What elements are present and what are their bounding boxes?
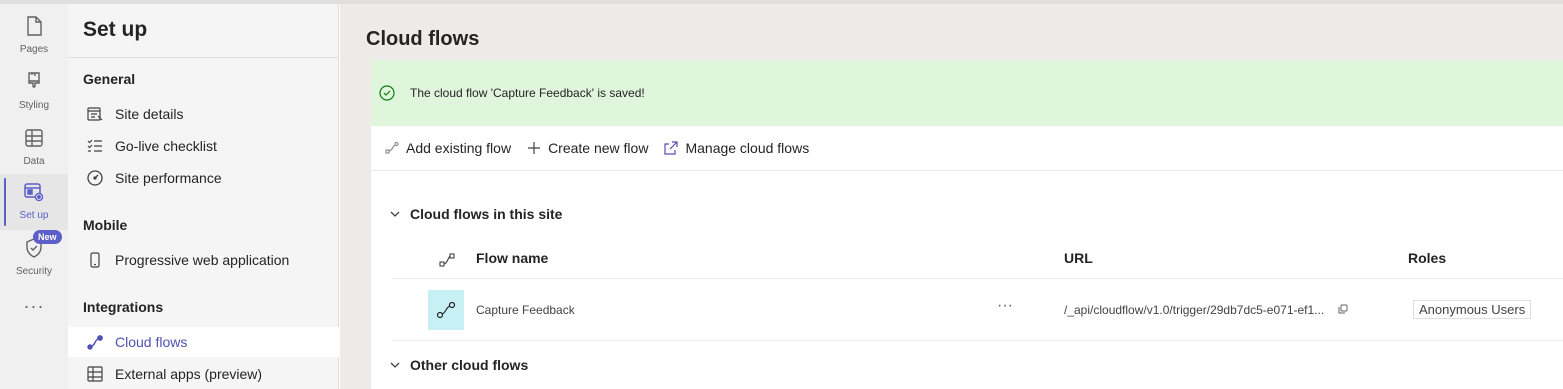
grid-icon — [86, 365, 104, 383]
section-mobile: Mobile — [83, 217, 128, 233]
nav-label: External apps (preview) — [115, 366, 263, 382]
manage-label: Manage cloud flows — [685, 140, 810, 156]
rail-label-security: Security — [15, 266, 53, 277]
rail-item-pages[interactable]: Pages — [0, 8, 68, 64]
rail-label-styling: Styling — [18, 100, 49, 111]
group-label: Cloud flows in this site — [410, 206, 563, 222]
nav-label: Progressive web application — [115, 252, 290, 268]
gauge-icon — [86, 169, 104, 187]
checklist-icon — [86, 137, 104, 155]
check-circle-icon — [379, 85, 395, 101]
flow-url: /_api/cloudflow/v1.0/trigger/29db7dc5-e0… — [1064, 303, 1325, 317]
rail-item-setup[interactable]: Set up — [0, 174, 68, 230]
flow-icon — [86, 333, 104, 351]
more-icon[interactable]: ··· — [0, 296, 68, 317]
nav-site-performance[interactable]: Site performance — [68, 163, 339, 193]
table-row[interactable]: Capture Feedback ··· /_api/cloudflow/v1.… — [392, 279, 1563, 341]
paintbrush-icon — [28, 72, 40, 88]
main-area: Cloud flows The cloud flow 'Capture Feed… — [340, 4, 1563, 389]
left-rail: Pages Styling Data Set up Security New ·… — [0, 4, 68, 389]
nav-label: Site performance — [115, 170, 222, 186]
rail-item-security[interactable]: Security New — [0, 230, 68, 286]
active-indicator — [4, 178, 6, 226]
nav-label: Cloud flows — [115, 334, 188, 350]
flow-column-icon — [439, 253, 455, 267]
nav-external-apps[interactable]: External apps (preview) — [68, 359, 339, 389]
flow-link-icon — [385, 141, 399, 154]
phone-icon — [86, 251, 104, 269]
nav-site-details[interactable]: Site details — [68, 99, 339, 129]
setup-icon — [24, 183, 44, 202]
flow-icon — [436, 301, 456, 319]
nav-progressive-web-app[interactable]: Progressive web application — [68, 245, 339, 275]
new-badge: New — [33, 230, 62, 244]
content-card: The cloud flow 'Capture Feedback' is sav… — [371, 60, 1563, 389]
create-new-label: Create new flow — [548, 140, 649, 156]
column-header-roles[interactable]: Roles — [1408, 250, 1446, 266]
rail-label-data: Data — [23, 156, 45, 167]
rail-item-styling[interactable]: Styling — [0, 64, 68, 120]
open-external-icon — [664, 141, 679, 155]
panel-divider — [68, 57, 339, 58]
group-cloud-flows-in-site[interactable]: Cloud flows in this site — [389, 206, 562, 222]
plus-icon — [528, 142, 541, 154]
success-banner: The cloud flow 'Capture Feedback' is sav… — [371, 60, 1563, 126]
panel-title: Set up — [83, 18, 148, 41]
flow-tile — [428, 290, 464, 330]
banner-text: The cloud flow 'Capture Feedback' is sav… — [410, 86, 645, 100]
section-integrations: Integrations — [83, 299, 164, 315]
chevron-down-icon — [390, 362, 400, 368]
nav-cloud-flows[interactable]: Cloud flows — [68, 327, 339, 357]
manage-cloud-flows-button[interactable]: Manage cloud flows — [664, 140, 809, 156]
row-more-icon[interactable]: ··· — [997, 297, 1013, 315]
column-header-url[interactable]: URL — [1064, 250, 1093, 266]
nav-label: Go-live checklist — [115, 138, 217, 154]
site-details-icon — [86, 105, 104, 123]
copy-icon[interactable] — [1338, 304, 1348, 314]
group-label: Other cloud flows — [410, 357, 529, 373]
create-new-flow-button[interactable]: Create new flow — [527, 140, 648, 156]
setup-panel: Set up General Site details Go-live chec… — [68, 4, 339, 389]
page-title: Cloud flows — [366, 28, 480, 50]
rail-item-data[interactable]: Data — [0, 120, 68, 176]
rail-label-setup: Set up — [19, 210, 49, 221]
role-tag: Anonymous Users — [1413, 300, 1532, 319]
section-general: General — [83, 71, 136, 87]
nav-go-live-checklist[interactable]: Go-live checklist — [68, 131, 339, 161]
add-existing-flow-button[interactable]: Add existing flow — [385, 140, 511, 156]
toolbar: Add existing flow Create new flow Manage… — [371, 126, 1563, 171]
column-header-flow-name[interactable]: Flow name — [476, 250, 548, 266]
add-existing-label: Add existing flow — [406, 140, 512, 156]
group-other-cloud-flows[interactable]: Other cloud flows — [389, 357, 528, 373]
chevron-down-icon — [390, 211, 400, 217]
page-icon — [27, 16, 42, 36]
flow-name[interactable]: Capture Feedback — [476, 303, 575, 317]
nav-label: Site details — [115, 106, 184, 122]
table-icon — [25, 129, 43, 147]
rail-label-pages: Pages — [19, 44, 49, 55]
